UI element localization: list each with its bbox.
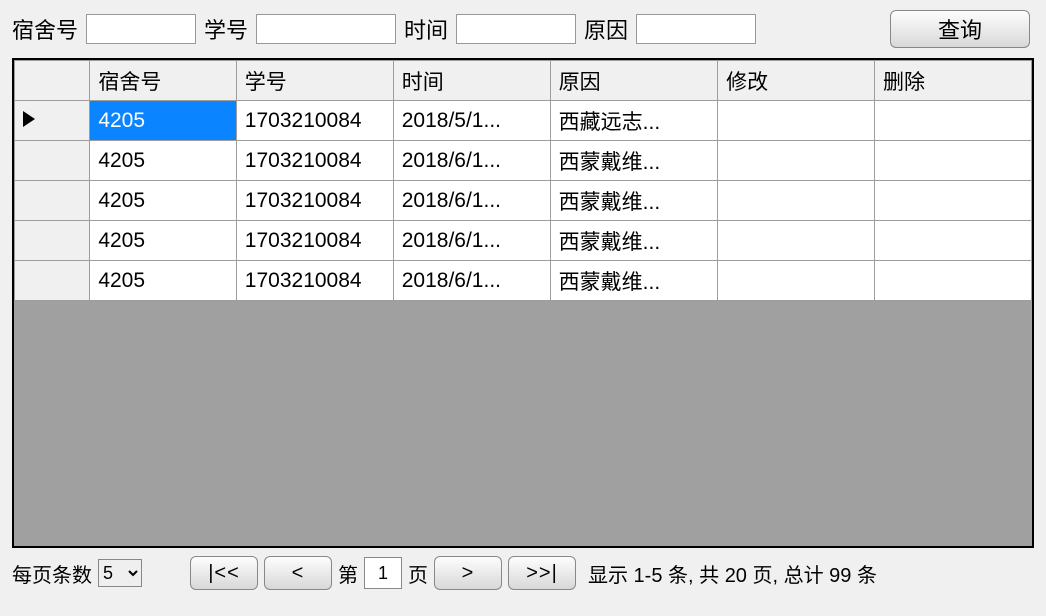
cell-time[interactable]: 2018/6/1... [393,141,550,181]
cell-dorm[interactable]: 4205 [90,101,236,141]
table-row[interactable]: 420517032100842018/6/1...西蒙戴维... [15,181,1032,221]
cell-modify[interactable] [718,261,875,301]
page-suffix: 页 [408,559,428,588]
col-header-time[interactable]: 时间 [393,61,550,101]
cell-student[interactable]: 1703210084 [236,101,393,141]
row-header-cell[interactable] [15,261,90,301]
last-page-button[interactable]: >>| [508,556,576,590]
col-header-modify[interactable]: 修改 [718,61,875,101]
time-label: 时间 [404,13,448,45]
data-grid[interactable]: 宿舍号 学号 时间 原因 修改 删除 420517032100842018/5/… [14,60,1032,301]
prev-page-button[interactable]: < [264,556,332,590]
student-input[interactable] [256,14,396,44]
cell-time[interactable]: 2018/5/1... [393,101,550,141]
pager-bar: 每页条数 5 |<< < 第 页 > >>| 显示 1-5 条, 共 20 页,… [0,548,1046,594]
student-label: 学号 [204,13,248,45]
cell-reason[interactable]: 西藏远志... [550,101,717,141]
table-row[interactable]: 420517032100842018/6/1...西蒙戴维... [15,221,1032,261]
col-header-dorm[interactable]: 宿舍号 [90,61,236,101]
cell-dorm[interactable]: 4205 [90,261,236,301]
table-row[interactable]: 420517032100842018/5/1...西藏远志... [15,101,1032,141]
col-header-reason[interactable]: 原因 [550,61,717,101]
cell-student[interactable]: 1703210084 [236,141,393,181]
time-input[interactable] [456,14,576,44]
table-row[interactable]: 420517032100842018/6/1...西蒙戴维... [15,141,1032,181]
cell-delete[interactable] [875,261,1032,301]
dorm-label: 宿舍号 [12,13,78,45]
cell-delete[interactable] [875,141,1032,181]
cell-reason[interactable]: 西蒙戴维... [550,261,717,301]
page-prefix: 第 [338,559,358,588]
table-row[interactable]: 420517032100842018/6/1...西蒙戴维... [15,261,1032,301]
current-row-indicator-icon [23,111,35,127]
cell-time[interactable]: 2018/6/1... [393,181,550,221]
data-grid-container: 宿舍号 学号 时间 原因 修改 删除 420517032100842018/5/… [12,58,1034,548]
cell-delete[interactable] [875,221,1032,261]
page-number-input[interactable] [364,557,402,589]
cell-dorm[interactable]: 4205 [90,221,236,261]
per-page-label: 每页条数 [12,559,92,588]
first-page-button[interactable]: |<< [190,556,258,590]
row-header-cell[interactable] [15,141,90,181]
corner-header [15,61,90,101]
search-bar: 宿舍号 学号 时间 原因 查询 [0,0,1046,58]
cell-dorm[interactable]: 4205 [90,181,236,221]
cell-student[interactable]: 1703210084 [236,261,393,301]
cell-modify[interactable] [718,141,875,181]
cell-dorm[interactable]: 4205 [90,141,236,181]
reason-input[interactable] [636,14,756,44]
cell-modify[interactable] [718,221,875,261]
cell-reason[interactable]: 西蒙戴维... [550,221,717,261]
next-page-button[interactable]: > [434,556,502,590]
cell-reason[interactable]: 西蒙戴维... [550,181,717,221]
cell-modify[interactable] [718,101,875,141]
cell-reason[interactable]: 西蒙戴维... [550,141,717,181]
query-button[interactable]: 查询 [890,10,1030,48]
reason-label: 原因 [584,13,628,45]
cell-time[interactable]: 2018/6/1... [393,261,550,301]
cell-delete[interactable] [875,101,1032,141]
row-header-cell[interactable] [15,221,90,261]
cell-student[interactable]: 1703210084 [236,181,393,221]
pager-status: 显示 1-5 条, 共 20 页, 总计 99 条 [588,559,877,588]
cell-student[interactable]: 1703210084 [236,221,393,261]
cell-delete[interactable] [875,181,1032,221]
row-header-cell[interactable] [15,101,90,141]
per-page-select[interactable]: 5 [98,559,142,587]
cell-modify[interactable] [718,181,875,221]
col-header-student[interactable]: 学号 [236,61,393,101]
cell-time[interactable]: 2018/6/1... [393,221,550,261]
dorm-input[interactable] [86,14,196,44]
col-header-delete[interactable]: 删除 [875,61,1032,101]
row-header-cell[interactable] [15,181,90,221]
